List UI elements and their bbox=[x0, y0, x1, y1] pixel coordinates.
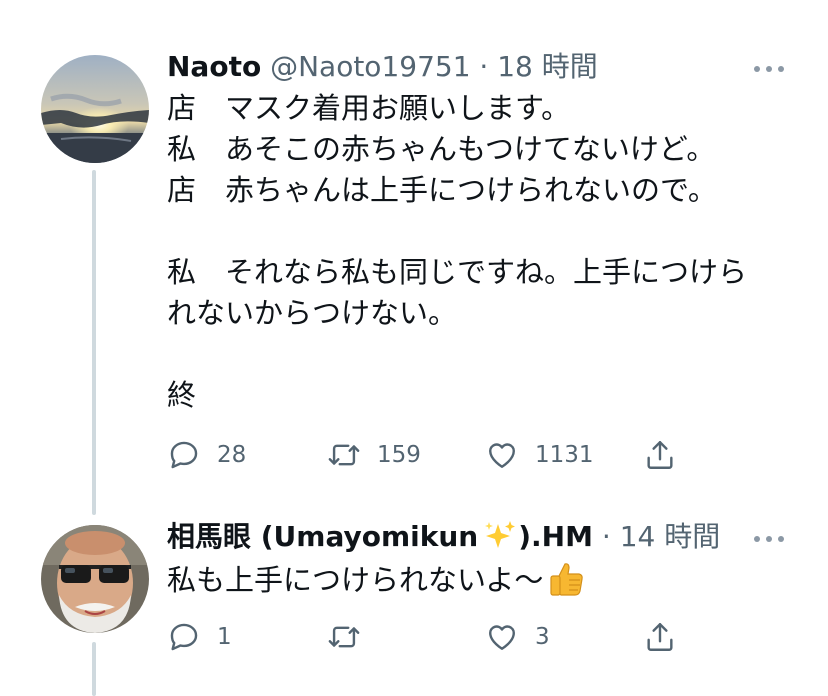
thumbs-up-emoji-icon bbox=[550, 563, 584, 596]
text-line: 店 赤ちゃんは上手につけられないので。 bbox=[167, 173, 717, 207]
share-button[interactable] bbox=[643, 435, 677, 475]
more-icon[interactable] bbox=[754, 64, 784, 74]
like-count: 3 bbox=[535, 624, 550, 650]
tweet-header: 相馬眼 (Umayomikun ).HM · 14 時間 bbox=[167, 520, 720, 554]
reply-text: 私も上手につけられないよ〜 bbox=[167, 563, 544, 597]
man-with-sunglasses-avatar-image bbox=[41, 525, 149, 633]
sparkles-emoji-icon bbox=[485, 521, 516, 548]
reply-button[interactable]: 28 bbox=[167, 435, 246, 475]
share-icon bbox=[647, 623, 673, 651]
like-button[interactable]: 1131 bbox=[485, 435, 594, 475]
text-line: 私 それなら私も同じですね。上手につけら bbox=[167, 255, 748, 289]
sunset-avatar-image bbox=[41, 55, 149, 163]
user-handle[interactable]: @Naoto19751 bbox=[270, 50, 470, 83]
avatar[interactable] bbox=[41, 55, 149, 163]
reply-count: 1 bbox=[217, 624, 232, 650]
reply-icon bbox=[170, 623, 198, 651]
avatar[interactable] bbox=[41, 525, 149, 633]
text-line-empty bbox=[167, 211, 777, 252]
reply-icon bbox=[170, 441, 198, 469]
retweet-button[interactable] bbox=[327, 617, 361, 657]
share-icon bbox=[647, 441, 673, 469]
separator: · bbox=[601, 520, 611, 553]
text-line: れないからつけない。 bbox=[167, 296, 458, 330]
thread-line-bottom bbox=[92, 642, 96, 696]
retweet-button[interactable]: 159 bbox=[327, 435, 421, 475]
separator: · bbox=[479, 50, 489, 83]
retweet-icon bbox=[328, 444, 360, 466]
reply-button[interactable]: 1 bbox=[167, 617, 232, 657]
display-name-text: 相馬眼 (Umayomikun bbox=[167, 520, 479, 553]
like-count: 1131 bbox=[535, 442, 594, 468]
display-name[interactable]: Naoto bbox=[167, 50, 261, 83]
more-icon[interactable] bbox=[754, 534, 784, 544]
retweet-icon bbox=[328, 626, 360, 648]
like-icon bbox=[489, 443, 515, 468]
like-button[interactable]: 3 bbox=[485, 617, 550, 657]
reply-count: 28 bbox=[217, 442, 247, 468]
text-line-empty bbox=[167, 334, 777, 375]
retweet-count: 159 bbox=[377, 442, 421, 468]
timestamp[interactable]: 14 時間 bbox=[620, 520, 721, 553]
like-icon bbox=[489, 625, 515, 650]
text-line: 私も上手につけられないよ〜 bbox=[167, 560, 777, 601]
share-button[interactable] bbox=[643, 617, 677, 657]
display-name[interactable]: 相馬眼 (Umayomikun ).HM bbox=[167, 520, 593, 553]
text-line: 終 bbox=[167, 378, 197, 412]
tweet-actions: 1 3 bbox=[167, 617, 727, 657]
tweet-text: 私も上手につけられないよ〜 bbox=[167, 560, 777, 601]
tweet-header: Naoto @Naoto19751 · 18 時間 bbox=[167, 50, 598, 84]
thread-line-top bbox=[92, 170, 96, 515]
text-line: 私 あそこの赤ちゃんもつけてないけど。 bbox=[167, 132, 716, 166]
display-name-suffix: ).HM bbox=[518, 520, 593, 553]
timestamp[interactable]: 18 時間 bbox=[497, 50, 598, 83]
tweet-actions: 28 159 1131 bbox=[167, 435, 727, 475]
text-line: 店 マスク着用お願いします。 bbox=[167, 91, 571, 125]
tweet-text: 店 マスク着用お願いします。 私 あそこの赤ちゃんもつけてないけど。 店 赤ちゃ… bbox=[167, 88, 777, 416]
